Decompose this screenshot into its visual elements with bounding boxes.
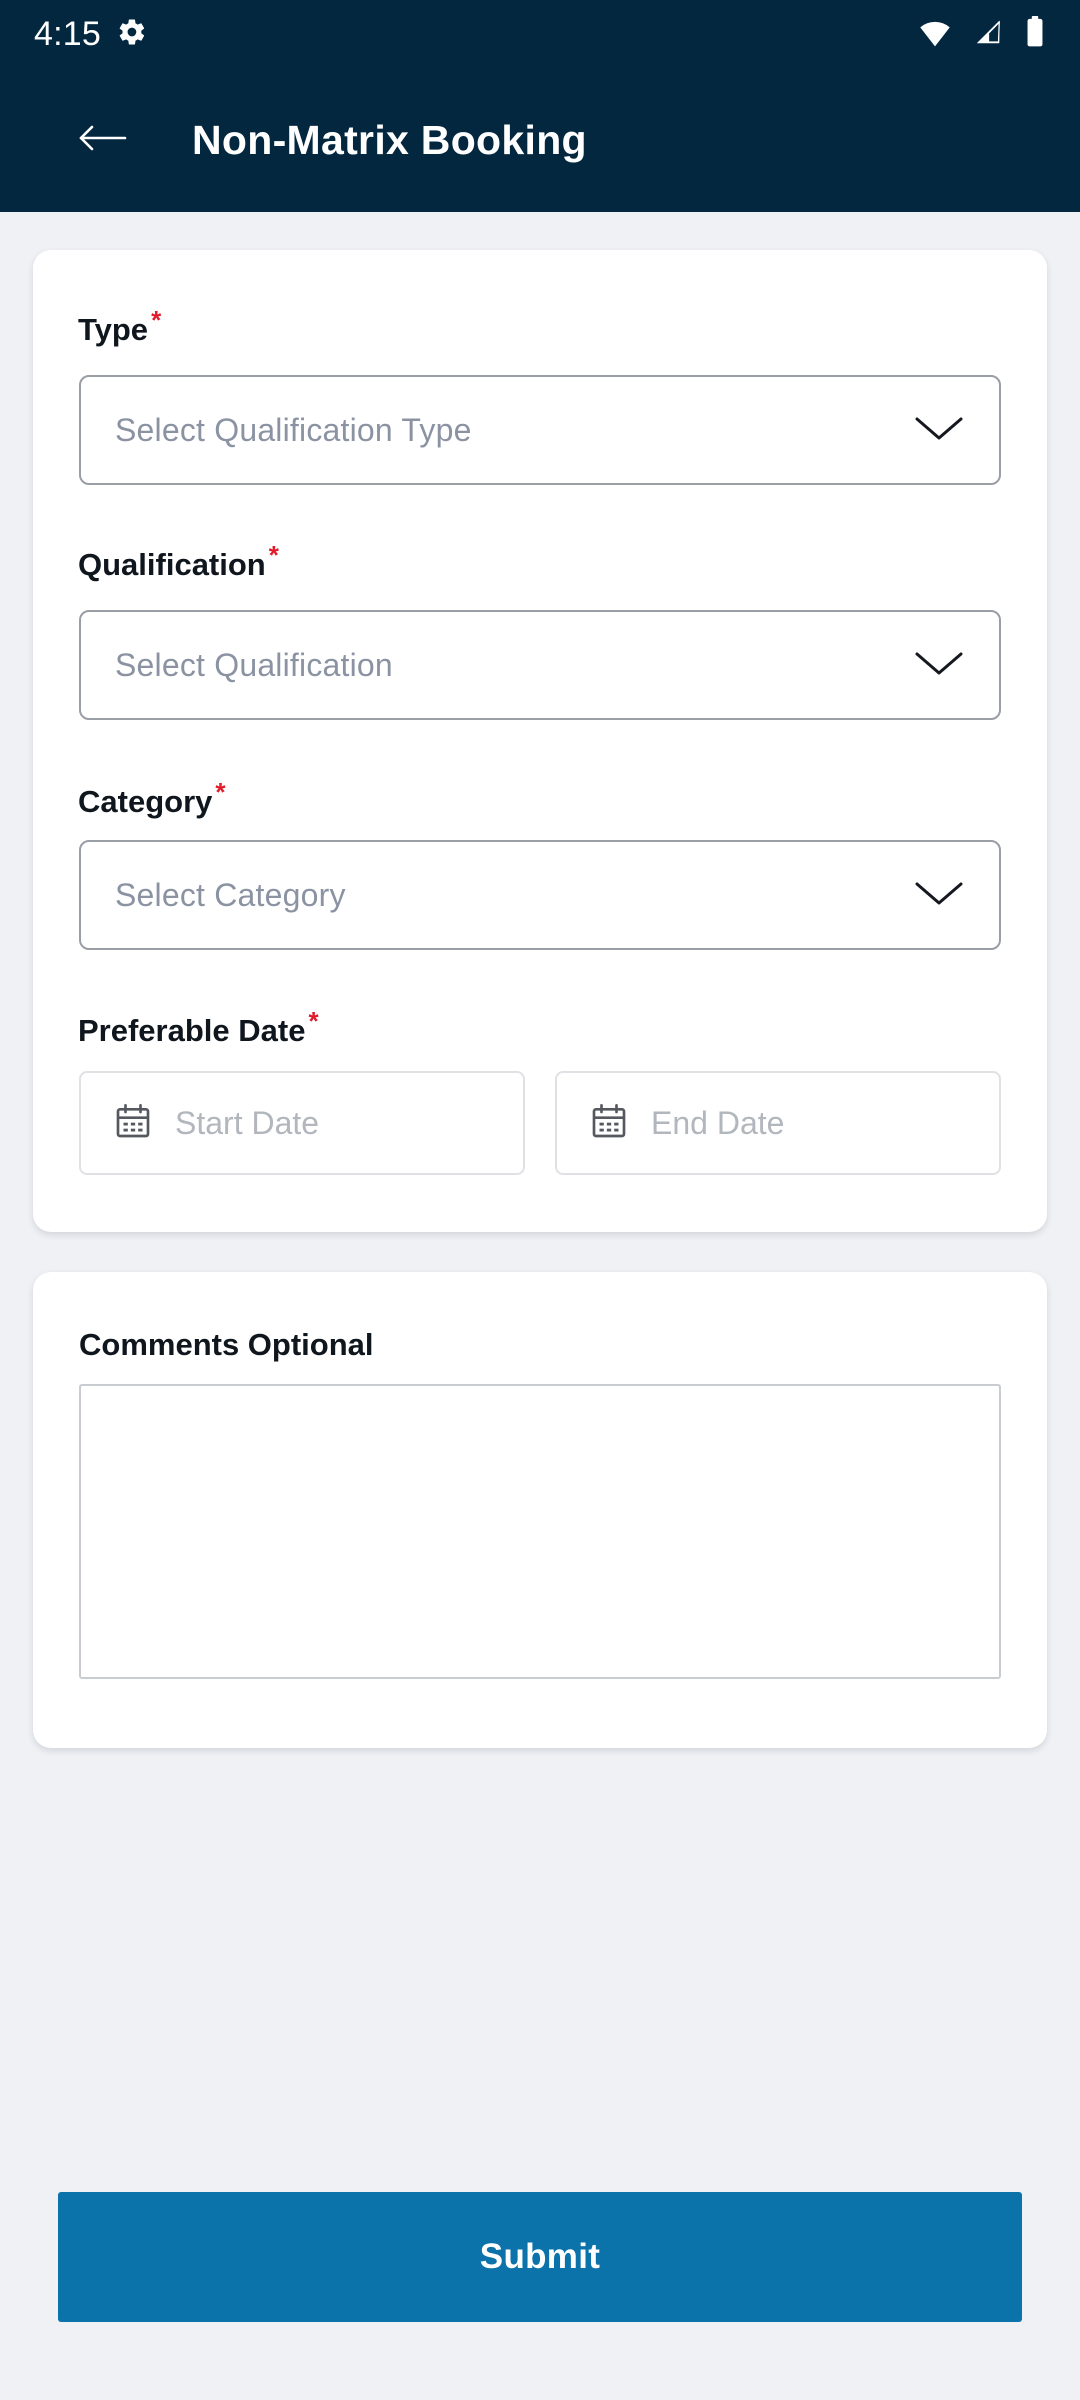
- status-bar-right: [918, 15, 1046, 53]
- chevron-down-icon: [913, 412, 965, 449]
- booking-form-card: Type * Select Qualification Type Qualific…: [33, 250, 1047, 1232]
- status-bar: 4:15: [0, 0, 1080, 68]
- start-date-input[interactable]: Start Date: [79, 1071, 525, 1175]
- type-label: Type: [78, 312, 149, 348]
- category-label: Category: [78, 784, 213, 820]
- required-asterisk: *: [268, 540, 279, 570]
- field-label-category: Category *: [78, 779, 226, 817]
- type-dropdown-placeholder: Select Qualification Type: [115, 411, 472, 448]
- gear-icon: [117, 17, 147, 52]
- battery-icon: [1024, 15, 1046, 53]
- calendar-icon: [589, 1101, 629, 1146]
- arrow-left-icon: [77, 118, 129, 163]
- required-asterisk: *: [308, 1006, 319, 1036]
- calendar-icon: [113, 1101, 153, 1146]
- preferable-date-label: Preferable Date: [78, 1013, 306, 1049]
- qualification-dropdown[interactable]: Select Qualification: [79, 610, 1001, 720]
- app-bar: Non-Matrix Booking: [0, 68, 1080, 212]
- qualification-label: Qualification: [78, 547, 266, 583]
- submit-button[interactable]: Submit: [58, 2192, 1022, 2322]
- required-asterisk: *: [215, 777, 226, 807]
- required-asterisk: *: [151, 305, 162, 335]
- field-label-preferable-date: Preferable Date *: [78, 1008, 319, 1046]
- status-time: 4:15: [34, 15, 101, 53]
- comments-label: Comments Optional: [79, 1327, 374, 1362]
- app-screen: 4:15 Non-Matrix Booking Type * Select Qu…: [0, 0, 1080, 2400]
- back-button[interactable]: [48, 85, 158, 195]
- end-date-placeholder: End Date: [651, 1104, 785, 1141]
- end-date-input[interactable]: End Date: [555, 1071, 1001, 1175]
- comments-card: Comments Optional: [33, 1272, 1047, 1748]
- field-label-qualification: Qualification *: [78, 542, 279, 580]
- chevron-down-icon: [913, 647, 965, 684]
- field-label-type: Type *: [78, 307, 161, 345]
- category-dropdown-placeholder: Select Category: [115, 876, 346, 913]
- qualification-dropdown-placeholder: Select Qualification: [115, 646, 393, 683]
- page-title: Non-Matrix Booking: [192, 116, 587, 163]
- category-dropdown[interactable]: Select Category: [79, 840, 1001, 950]
- type-dropdown[interactable]: Select Qualification Type: [79, 375, 1001, 485]
- cellular-signal-icon: [972, 17, 1004, 52]
- status-bar-left: 4:15: [34, 17, 147, 52]
- start-date-placeholder: Start Date: [175, 1104, 320, 1141]
- wifi-icon: [918, 17, 952, 52]
- chevron-down-icon: [913, 877, 965, 914]
- comments-textarea[interactable]: [79, 1384, 1001, 1679]
- preferable-date-row: Start Date End Date: [79, 1071, 1001, 1175]
